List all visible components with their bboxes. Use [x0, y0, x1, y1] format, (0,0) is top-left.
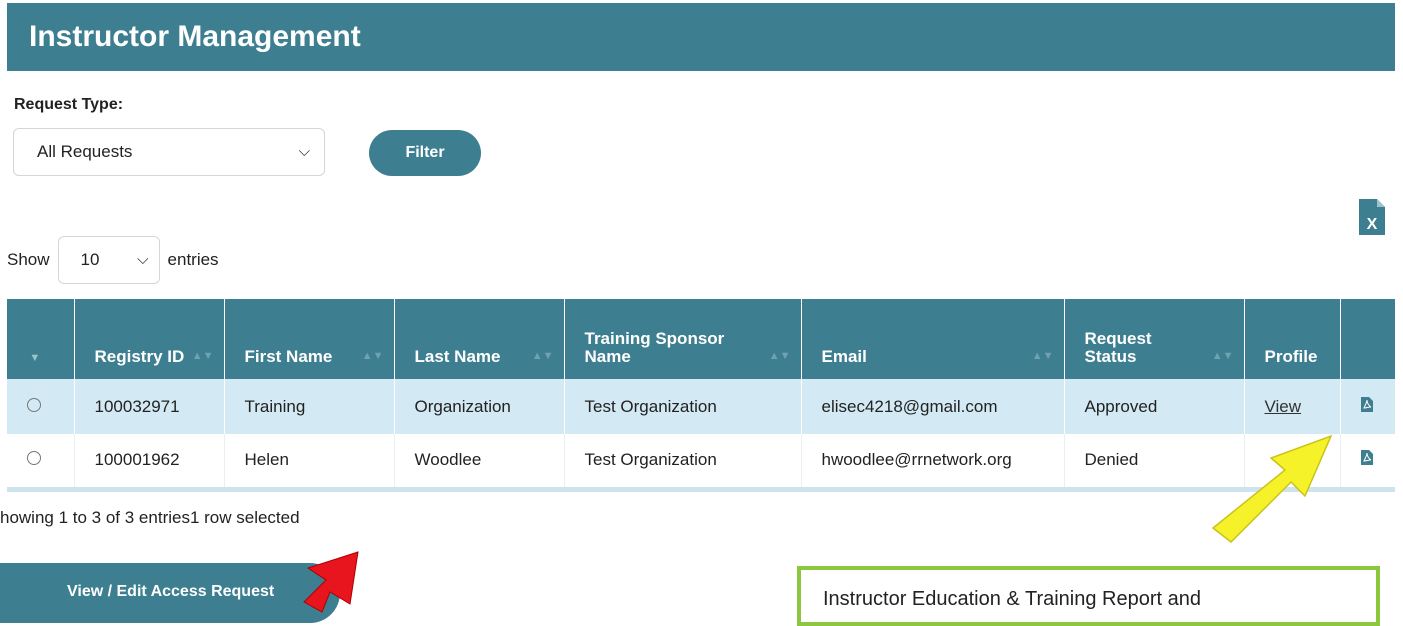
yellow-arrow-annotation: [1211, 434, 1333, 543]
column-header-request-status[interactable]: Request Status ▲▼: [1064, 299, 1245, 379]
table-row[interactable]: 100001962 Helen Woodlee Test Organizatio…: [7, 434, 1395, 492]
view-profile-link[interactable]: View: [1265, 397, 1302, 416]
entries-label: entries: [167, 250, 219, 269]
row-select-cell[interactable]: [7, 379, 75, 434]
registry-id-cell: 100032971: [74, 379, 225, 434]
pdf-icon[interactable]: [1360, 450, 1373, 466]
page-header: Instructor Management: [7, 3, 1395, 71]
annotation-note-text: Instructor Education & Training Report a…: [823, 588, 1201, 610]
report-cell: [1340, 379, 1395, 434]
show-label: Show: [7, 250, 50, 269]
first-name-cell: Helen: [224, 434, 395, 492]
sort-icon: ▲▼: [768, 350, 791, 362]
sponsor-cell: Test Organization: [564, 379, 802, 434]
sort-desc-icon: ▼: [29, 352, 41, 364]
column-header-report: [1340, 299, 1395, 379]
last-name-cell: Organization: [394, 379, 565, 434]
request-type-label: Request Type:: [14, 96, 124, 113]
pdf-icon[interactable]: [1360, 396, 1373, 412]
last-name-cell: Woodlee: [394, 434, 565, 492]
sort-icon: ▲▼: [1211, 350, 1234, 362]
entries-length-control: Show 10 ⌵ entries: [7, 236, 219, 284]
annotation-note-box: Instructor Education & Training Report a…: [797, 566, 1380, 626]
svg-text:X: X: [1367, 216, 1378, 233]
row-select-cell[interactable]: [7, 434, 75, 492]
select-column-header[interactable]: ▼: [7, 299, 75, 379]
sort-icon: ▲▼: [361, 350, 384, 362]
column-header-last-name[interactable]: Last Name ▲▼: [394, 299, 565, 379]
registry-id-cell: 100001962: [74, 434, 225, 492]
column-header-sponsor[interactable]: Training Sponsor Name ▲▼: [564, 299, 802, 379]
row-radio[interactable]: [27, 451, 41, 466]
profile-cell: View: [1244, 379, 1341, 434]
table-header-row: ▼ Registry ID ▲▼ First Name ▲▼ Last Name ▲▼…: [7, 299, 1395, 379]
requests-table: ▼ Registry ID ▲▼ First Name ▲▼ Last Name ▲▼…: [7, 299, 1395, 492]
first-name-cell: Training: [224, 379, 395, 434]
email-cell: hwoodlee@rrnetwork.org: [801, 434, 1065, 492]
filter-button[interactable]: Filter: [369, 130, 481, 176]
table-info: howing 1 to 3 of 3 entries1 row selected: [0, 508, 300, 527]
request-type-select[interactable]: All Requests ⌵: [13, 128, 325, 176]
red-arrow-annotation: [303, 551, 359, 613]
sort-icon: ▲▼: [191, 350, 214, 362]
email-cell: elisec4218@gmail.com: [801, 379, 1065, 434]
entries-select[interactable]: 10 ⌵: [57, 236, 160, 284]
sponsor-cell: Test Organization: [564, 434, 802, 492]
sort-icon: ▲▼: [531, 350, 554, 362]
sort-icon: ▲▼: [1031, 350, 1054, 362]
row-radio[interactable]: [27, 397, 41, 412]
view-edit-access-request-button[interactable]: View / Edit Access Request: [0, 563, 340, 623]
chevron-down-icon: ⌵: [137, 251, 149, 268]
excel-export-icon[interactable]: X: [1357, 197, 1387, 237]
request-type-value: All Requests: [37, 142, 133, 161]
column-header-registry-id[interactable]: Registry ID ▲▼: [74, 299, 225, 379]
entries-value: 10: [80, 250, 100, 269]
table-row[interactable]: 100032971 Training Organization Test Org…: [7, 379, 1395, 434]
column-header-email[interactable]: Email ▲▼: [801, 299, 1065, 379]
column-header-profile: Profile: [1244, 299, 1341, 379]
report-cell: [1340, 434, 1395, 492]
status-cell: Approved: [1064, 379, 1245, 434]
page-title: Instructor Management: [29, 20, 361, 53]
chevron-down-icon: ⌵: [298, 143, 310, 160]
column-header-first-name[interactable]: First Name ▲▼: [224, 299, 395, 379]
